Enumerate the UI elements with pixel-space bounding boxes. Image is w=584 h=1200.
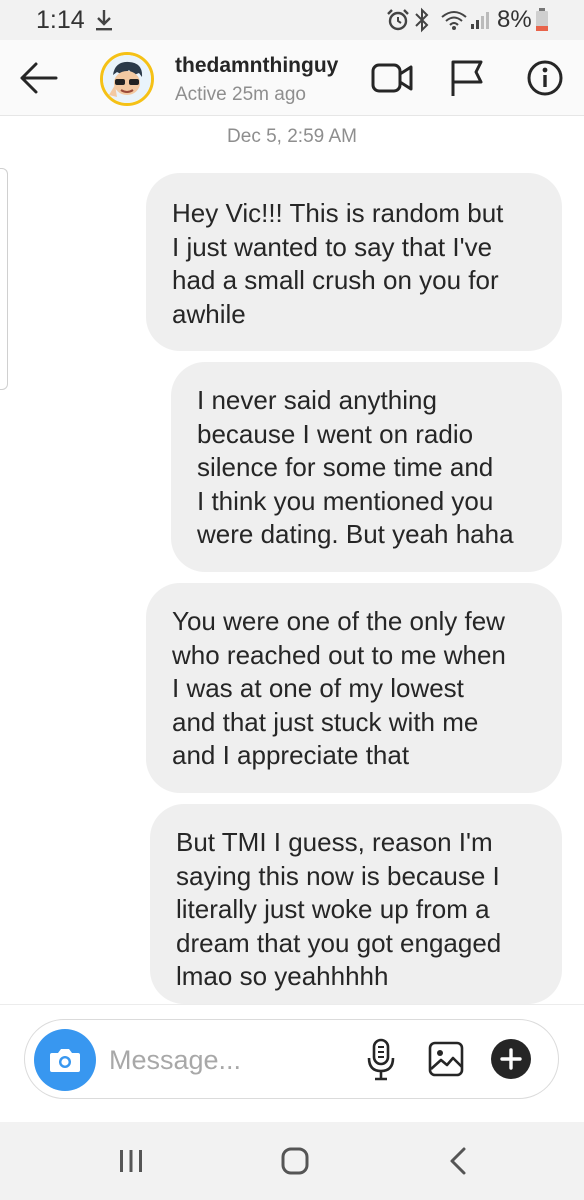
status-time: 1:14 bbox=[36, 6, 85, 34]
wifi-icon bbox=[441, 11, 467, 30]
scroll-handle[interactable] bbox=[0, 168, 8, 390]
download-icon bbox=[96, 10, 112, 31]
avatar[interactable] bbox=[100, 52, 154, 106]
microphone-icon[interactable] bbox=[365, 1038, 397, 1082]
status-bar: 1:14 8% bbox=[0, 0, 584, 40]
system-nav-bar bbox=[0, 1122, 584, 1200]
message-bubble[interactable]: I never said anything because I went on … bbox=[171, 362, 562, 572]
camera-button[interactable] bbox=[34, 1029, 96, 1091]
composer-area bbox=[0, 1004, 584, 1122]
message-input[interactable] bbox=[109, 1040, 349, 1080]
recent-apps-icon[interactable] bbox=[116, 1148, 146, 1174]
battery-icon bbox=[536, 8, 548, 31]
nav-back-icon[interactable] bbox=[446, 1146, 470, 1176]
info-icon[interactable] bbox=[526, 59, 564, 97]
active-status: Active 25m ago bbox=[175, 84, 306, 105]
home-icon[interactable] bbox=[280, 1146, 310, 1176]
gallery-icon[interactable] bbox=[427, 1040, 465, 1078]
plus-icon[interactable] bbox=[489, 1037, 533, 1081]
flag-icon[interactable] bbox=[448, 58, 486, 98]
bluetooth-icon bbox=[415, 7, 429, 33]
chat-username[interactable]: thedamnthinguy bbox=[175, 54, 338, 78]
signal-icon bbox=[471, 12, 489, 29]
video-call-icon[interactable] bbox=[370, 60, 414, 96]
message-composer bbox=[24, 1019, 559, 1099]
alarm-icon bbox=[387, 9, 409, 31]
battery-percent: 8% bbox=[497, 6, 532, 33]
message-timestamp: Dec 5, 2:59 AM bbox=[227, 126, 357, 147]
avatar-cartoon-icon bbox=[103, 55, 151, 103]
message-bubble[interactable]: You were one of the only few who reached… bbox=[146, 583, 562, 793]
message-bubble[interactable]: But TMI I guess, reason I'm saying this … bbox=[150, 804, 562, 1004]
chat-header: thedamnthinguy Active 25m ago bbox=[0, 40, 584, 116]
message-bubble[interactable]: Hey Vic!!! This is random but I just wan… bbox=[146, 173, 562, 351]
camera-icon bbox=[50, 1049, 80, 1072]
back-arrow-icon[interactable] bbox=[16, 56, 60, 100]
